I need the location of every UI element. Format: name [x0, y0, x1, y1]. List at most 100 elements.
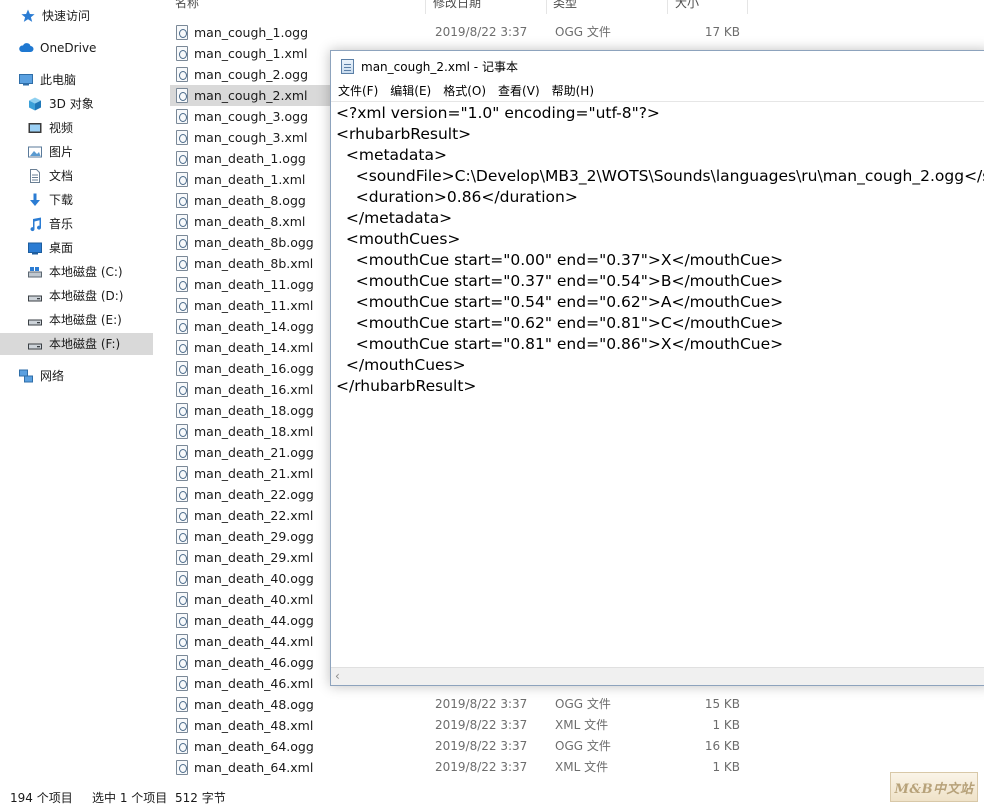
file-name: man_death_21.xml [194, 466, 314, 481]
file-name-cell[interactable]: man_death_40.ogg [170, 568, 332, 589]
file-name-cell[interactable]: man_death_46.xml [170, 673, 332, 694]
notepad-menu-item[interactable]: 编辑(E) [387, 81, 434, 101]
file-name-cell[interactable]: man_death_8.ogg [170, 190, 332, 211]
file-name-cell[interactable]: man_death_64.ogg [170, 736, 332, 757]
notepad-menu-item[interactable]: 文件(F) [335, 81, 381, 101]
cloud-icon [18, 40, 34, 56]
status-selection: 选中 1 个项目 [92, 791, 168, 805]
file-name-cell[interactable]: man_death_64.xml [170, 757, 332, 778]
nav-item[interactable]: 视频 [0, 117, 153, 139]
file-name-cell[interactable]: man_death_8b.xml [170, 253, 332, 274]
file-name-cell[interactable]: man_death_1.ogg [170, 148, 332, 169]
file-row[interactable]: man_death_64.xml 2019/8/22 3:37 XML 文件 1 KB [170, 757, 750, 778]
file-name-cell[interactable]: man_death_18.xml [170, 421, 332, 442]
file-name-cell[interactable]: man_death_16.ogg [170, 358, 332, 379]
column-header-type[interactable]: 类型 [553, 0, 577, 14]
file-icon [176, 739, 188, 754]
notepad-text-line: <metadata> [336, 146, 447, 164]
notepad-menu-item[interactable]: 帮助(H) [549, 81, 597, 101]
file-name-cell[interactable]: man_death_21.xml [170, 463, 332, 484]
nav-item[interactable]: 图片 [0, 141, 153, 163]
file-name-cell[interactable]: man_death_1.xml [170, 169, 332, 190]
file-name-cell[interactable]: man_death_29.ogg [170, 526, 332, 547]
file-name-cell[interactable]: man_death_44.xml [170, 631, 332, 652]
file-icon [176, 382, 188, 397]
nav-item[interactable]: 3D 对象 [0, 93, 153, 115]
file-name-cell[interactable]: man_death_29.xml [170, 547, 332, 568]
file-name-cell[interactable]: man_cough_3.xml [170, 127, 332, 148]
notepad-title-bar[interactable]: man_cough_2.xml - 记事本 [331, 51, 984, 81]
file-name-cell[interactable]: man_death_14.ogg [170, 316, 332, 337]
notepad-menu-item[interactable]: 查看(V) [495, 81, 543, 101]
file-name-cell[interactable]: man_death_21.ogg [170, 442, 332, 463]
file-name-cell[interactable]: man_death_8.xml [170, 211, 332, 232]
file-name-cell[interactable]: man_death_11.xml [170, 295, 332, 316]
file-name-cell[interactable]: man_cough_3.ogg [170, 106, 332, 127]
file-name-cell[interactable]: man_death_16.xml [170, 379, 332, 400]
nav-item[interactable]: 音乐 [0, 213, 153, 235]
file-name-cell[interactable]: man_death_22.xml [170, 505, 332, 526]
nav-item[interactable]: 桌面 [0, 237, 153, 259]
file-row[interactable]: man_cough_1.ogg 2019/8/22 3:37 OGG 文件 17 KB [170, 22, 750, 43]
file-name-cell[interactable]: man_death_8b.ogg [170, 232, 332, 253]
nav-item-label: 下载 [49, 193, 74, 207]
file-name-cell[interactable]: man_cough_1.xml [170, 43, 332, 64]
column-separator[interactable] [667, 0, 668, 14]
column-header-name[interactable]: 名称 [175, 0, 199, 14]
nav-item[interactable]: OneDrive [0, 37, 153, 59]
notepad-menu-item[interactable]: 格式(O) [440, 81, 489, 101]
file-name-cell[interactable]: man_death_22.ogg [170, 484, 332, 505]
file-size: 15 KB [704, 697, 740, 711]
column-separator[interactable] [546, 0, 547, 14]
nav-item-label: OneDrive [40, 41, 97, 55]
nav-item[interactable]: 文档 [0, 165, 153, 187]
file-row[interactable]: man_death_48.ogg 2019/8/22 3:37 OGG 文件 15 K… [170, 694, 750, 715]
horizontal-scrollbar[interactable]: ‹ [331, 667, 984, 685]
file-name-cell[interactable]: man_cough_2.xml [170, 85, 332, 106]
nav-item[interactable]: 快速访问 [0, 5, 153, 27]
notepad-text-line: <soundFile>C:\Develop\MB3_2\WOTS\Sounds\… [355, 167, 984, 185]
nav-item[interactable]: 本地磁盘 (E:) [0, 309, 153, 331]
file-name-cell[interactable]: man_death_11.ogg [170, 274, 332, 295]
nav-item[interactable]: 网络 [0, 365, 153, 387]
file-name-cell[interactable]: man_death_14.xml [170, 337, 332, 358]
file-name-cell[interactable]: man_cough_1.ogg [170, 22, 332, 43]
file-icon [176, 298, 188, 313]
file-name-cell[interactable]: man_death_48.ogg [170, 694, 332, 715]
scroll-left-arrow-icon[interactable]: ‹ [335, 669, 340, 683]
file-name-cell[interactable]: man_death_48.xml [170, 715, 332, 736]
file-name-cell[interactable]: man_death_44.ogg [170, 610, 332, 631]
file-icon [176, 634, 188, 649]
nav-item-label: 桌面 [49, 241, 74, 255]
column-header-size[interactable]: 大小 [675, 0, 699, 14]
file-name: man_death_16.xml [194, 382, 314, 397]
nav-item-label: 本地磁盘 (C:) [49, 265, 123, 279]
file-name-cell[interactable]: man_death_40.xml [170, 589, 332, 610]
file-name-cell[interactable]: man_cough_2.ogg [170, 64, 332, 85]
file-name-cell[interactable]: man_death_18.ogg [170, 400, 332, 421]
file-name: man_death_14.xml [194, 340, 314, 355]
nav-item[interactable]: 下载 [0, 189, 153, 211]
file-name: man_death_40.xml [194, 592, 314, 607]
nav-item[interactable]: 本地磁盘 (C:) [0, 261, 153, 283]
file-name-cell[interactable]: man_death_46.ogg [170, 652, 332, 673]
file-name: man_death_64.xml [194, 760, 314, 775]
nav-item[interactable]: 本地磁盘 (D:) [0, 285, 153, 307]
file-type: XML 文件 [555, 718, 609, 732]
file-date: 2019/8/22 3:37 [435, 718, 528, 732]
file-icon [176, 508, 188, 523]
drive-icon [27, 312, 43, 328]
file-icon [176, 550, 188, 565]
file-icon [176, 445, 188, 460]
file-name: man_cough_2.xml [194, 88, 308, 103]
notepad-text-area[interactable]: <?xml version="1.0" encoding="utf-8"?> <r… [331, 101, 984, 667]
nav-item[interactable]: 本地磁盘 (F:) [0, 333, 153, 355]
column-separator[interactable] [747, 0, 748, 14]
file-row[interactable]: man_death_64.ogg 2019/8/22 3:37 OGG 文件 16 K… [170, 736, 750, 757]
column-header-date[interactable]: 修改日期 [433, 0, 481, 14]
column-separator[interactable] [425, 0, 426, 14]
file-type: XML 文件 [555, 760, 609, 774]
notepad-text-line: </rhubarbResult> [336, 377, 477, 395]
file-row[interactable]: man_death_48.xml 2019/8/22 3:37 XML 文件 1 KB [170, 715, 750, 736]
nav-item[interactable]: 此电脑 [0, 69, 153, 91]
